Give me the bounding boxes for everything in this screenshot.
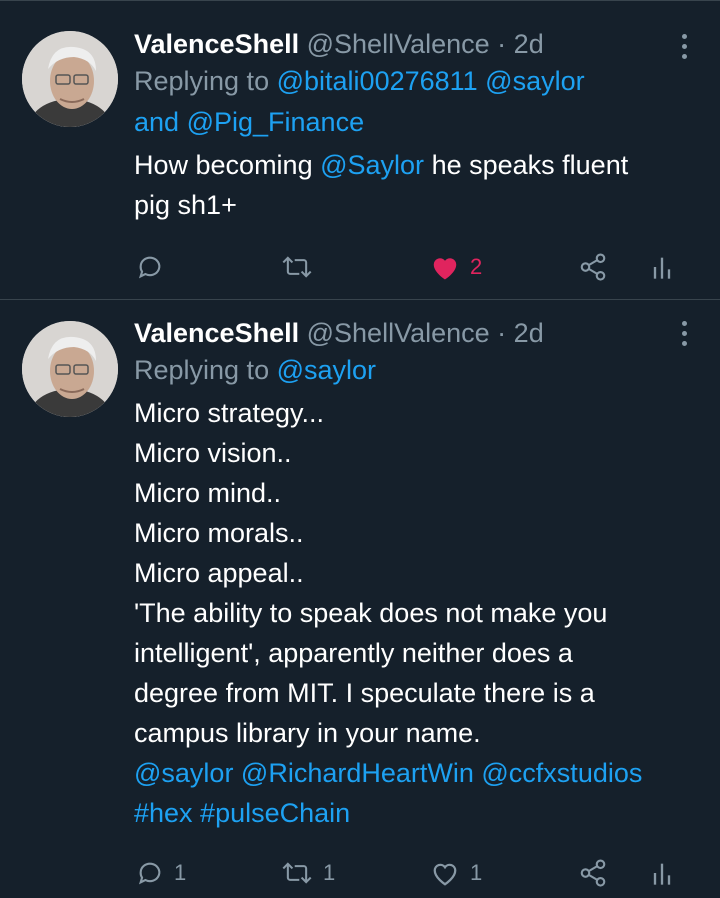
avatar[interactable] (22, 31, 118, 127)
tweet[interactable]: ValenceShell @ShellValence · 2d Replying… (0, 0, 720, 300)
tweet-text-line: Micro mind.. (134, 478, 282, 508)
display-name[interactable]: ValenceShell (134, 29, 299, 59)
tweet-actions: 1 1 1 (0, 853, 720, 893)
tweet[interactable]: ValenceShell @ShellValence · 2d Replying… (0, 300, 720, 898)
analytics-icon (653, 257, 671, 279)
tweet-text-segment: How becoming (134, 150, 313, 180)
tweet-text-line: campus library in your name. (134, 718, 481, 748)
timestamp[interactable]: 2d (514, 29, 544, 59)
tweet-text-line: Micro morals.. (134, 518, 304, 548)
share-icon (580, 859, 606, 887)
tweet-header: ValenceShell @ShellValence · 2d (134, 27, 690, 61)
mention-link[interactable]: @Saylor (320, 150, 424, 180)
heart-icon (433, 863, 457, 886)
retweet-icon (282, 256, 312, 278)
tweet-text-segment: he speaks fluent (431, 150, 629, 180)
replying-to-label: Replying to (134, 355, 270, 385)
replying-to: Replying to @saylor (134, 350, 690, 391)
display-name[interactable]: ValenceShell (134, 318, 299, 348)
replying-to: Replying to @bitali00276811 @saylor and … (134, 61, 690, 143)
analytics-button[interactable] (650, 247, 674, 287)
reply-button[interactable] (136, 247, 174, 287)
replying-to-label: Replying to (134, 66, 270, 96)
tweet-text-line: Micro vision.. (134, 438, 292, 468)
retweet-icon (282, 862, 312, 884)
reply-count: 1 (174, 860, 187, 885)
tweet-body: ValenceShell @ShellValence · 2d Replying… (134, 27, 690, 225)
tweet-text-segment: pig sh1+ (134, 190, 237, 220)
reply-button[interactable]: 1 (136, 853, 186, 893)
tweet-text-line: Micro strategy... (134, 398, 325, 428)
analytics-icon (653, 863, 671, 885)
timeline: ValenceShell @ShellValence · 2d Replying… (0, 0, 720, 898)
tweet-actions: 2 (0, 247, 720, 287)
tweet-text: Micro strategy... Micro vision.. Micro m… (134, 393, 690, 833)
replying-mention-link[interactable]: @saylor (277, 355, 376, 385)
avatar[interactable] (22, 321, 118, 417)
more-vertical-icon[interactable] (674, 316, 694, 350)
reply-bubble-icon (138, 256, 161, 279)
tweet-text-line: Micro appeal.. (134, 558, 304, 588)
timestamp[interactable]: 2d (514, 318, 544, 348)
like-button[interactable]: 1 (430, 853, 482, 893)
tweet-text-line: 'The ability to speak does not make you (134, 598, 608, 628)
user-handle[interactable]: @ShellValence (307, 29, 490, 59)
share-button[interactable] (578, 247, 608, 287)
tweet-text-line: intelligent', apparently neither does a (134, 638, 573, 668)
share-button[interactable] (578, 853, 608, 893)
retweet-count: 1 (323, 860, 336, 885)
reply-bubble-icon (138, 862, 161, 885)
replying-mention-link[interactable]: @Pig_Finance (187, 107, 365, 137)
user-handle[interactable]: @ShellValence (307, 318, 490, 348)
replying-mention-link[interactable]: @bitali00276811 @saylor (277, 66, 585, 96)
tweet-body: ValenceShell @ShellValence · 2d Replying… (134, 316, 690, 833)
mention-links[interactable]: @saylor @RichardHeartWin @ccfxstudios (134, 753, 690, 793)
tweet-text: How becoming @Saylor he speaks fluent pi… (134, 145, 690, 225)
heart-icon (433, 258, 457, 280)
retweet-button[interactable]: 1 (281, 853, 335, 893)
tweet-header: ValenceShell @ShellValence · 2d (134, 316, 690, 350)
hashtag-links[interactable]: #hex #pulseChain (134, 793, 690, 833)
analytics-button[interactable] (650, 853, 674, 893)
more-vertical-icon[interactable] (674, 29, 694, 63)
like-button[interactable]: 2 (430, 247, 482, 287)
separator-dot: · (497, 29, 507, 59)
retweet-button[interactable] (281, 247, 323, 287)
separator-dot: · (497, 318, 507, 348)
like-count: 2 (470, 254, 483, 279)
tweet-text-line: degree from MIT. I speculate there is a (134, 678, 595, 708)
like-count: 1 (470, 860, 483, 885)
replying-and: and (134, 107, 180, 137)
share-icon (580, 253, 606, 281)
